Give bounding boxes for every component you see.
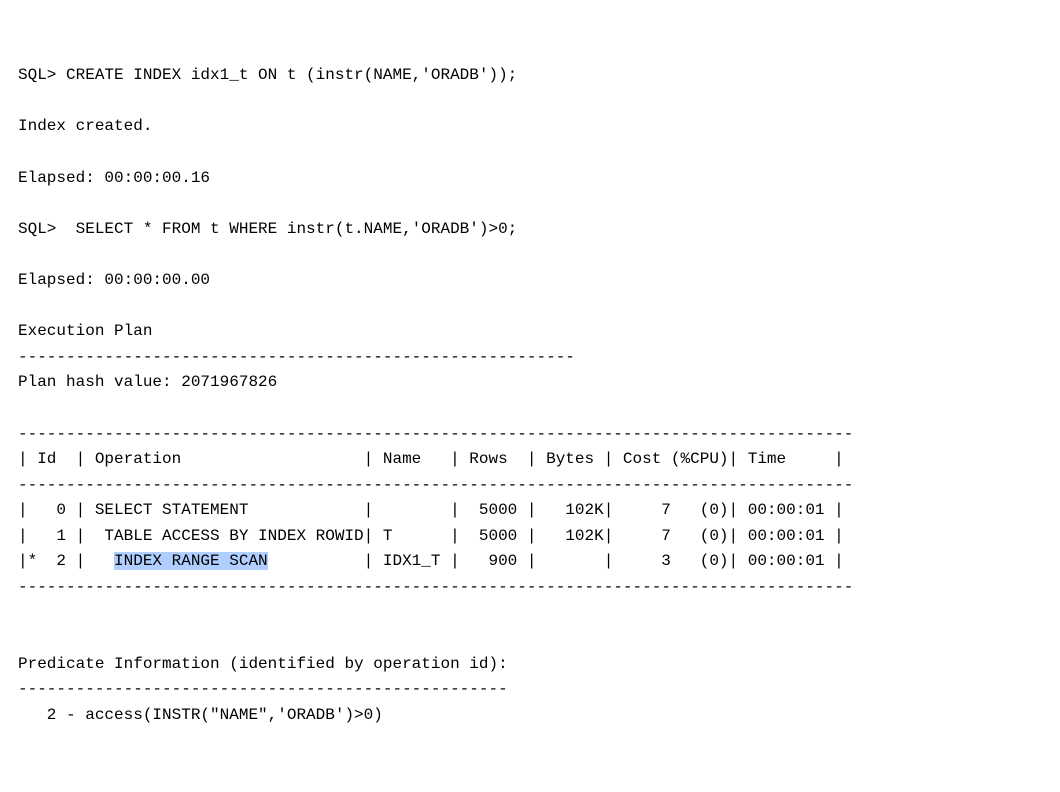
table-row-prefix: |* 2 |: [18, 552, 114, 570]
elapsed-line-1: Elapsed: 00:00:00.16: [18, 169, 210, 187]
highlighted-operation: INDEX RANGE SCAN: [114, 552, 268, 570]
table-border-mid: ----------------------------------------…: [18, 476, 853, 494]
index-created-line: Index created.: [18, 117, 152, 135]
table-header-row: | Id | Operation | Name | Rows | Bytes |…: [18, 450, 844, 468]
execution-plan-heading: Execution Plan: [18, 322, 152, 340]
table-border-bottom: ----------------------------------------…: [18, 578, 853, 596]
table-border-top: ----------------------------------------…: [18, 425, 853, 443]
elapsed-line-2: Elapsed: 00:00:00.00: [18, 271, 210, 289]
plan-hash-line: Plan hash value: 2071967826: [18, 373, 277, 391]
table-row: | 1 | TABLE ACCESS BY INDEX ROWID| T | 5…: [18, 527, 844, 545]
table-row-suffix: | IDX1_T | 900 | | 3 (0)| 00:00:01 |: [268, 552, 844, 570]
table-row: | 0 | SELECT STATEMENT | | 5000 | 102K| …: [18, 501, 844, 519]
sql-select-line: SQL> SELECT * FROM t WHERE instr(t.NAME,…: [18, 220, 517, 238]
predicate-info-line: 2 - access(INSTR("NAME",'ORADB')>0): [18, 706, 383, 724]
predicate-info-heading: Predicate Information (identified by ope…: [18, 655, 508, 673]
divider-line: ----------------------------------------…: [18, 680, 508, 698]
divider-line: ----------------------------------------…: [18, 348, 575, 366]
sql-create-index-line: SQL> CREATE INDEX idx1_t ON t (instr(NAM…: [18, 66, 517, 84]
